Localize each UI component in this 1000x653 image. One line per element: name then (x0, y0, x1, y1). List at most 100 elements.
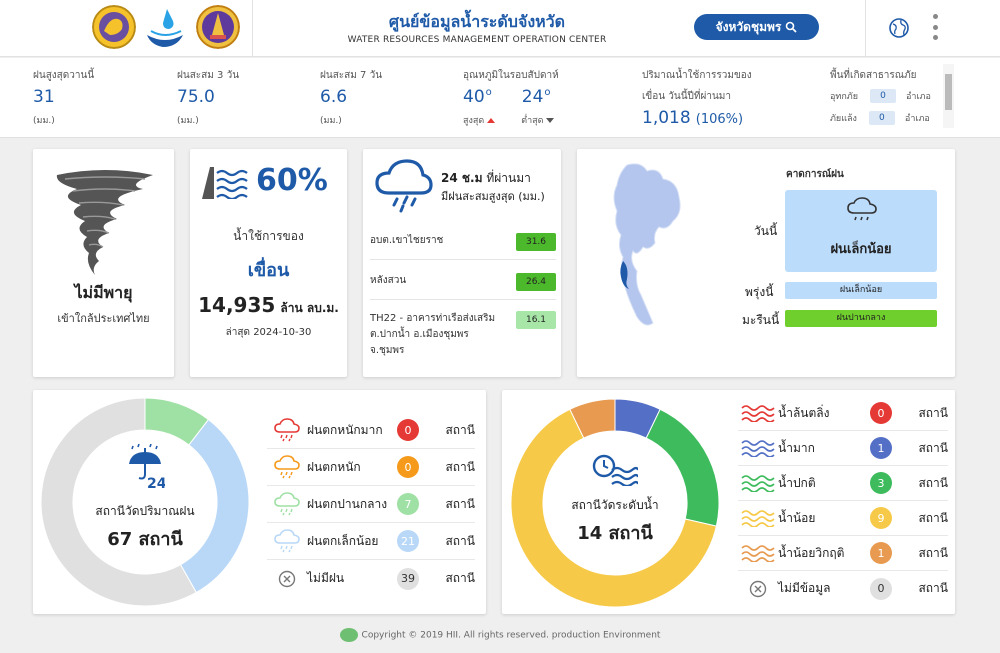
water-level-icon (592, 454, 638, 486)
province-search-button[interactable]: จังหวัดชุมพร (694, 14, 819, 40)
rain_stations-legend-row[interactable]: ฝนตกหนัก 0 สถานี (267, 449, 475, 486)
overflow-wave-icon (738, 404, 778, 422)
stat-unit: (มม.) (33, 116, 55, 126)
rain-stations-label: สถานีวัดปริมาณฝน (95, 504, 195, 518)
water_stations-legend-row[interactable]: ไม่มีข้อมูล 0 สถานี (738, 571, 948, 606)
rain24-card[interactable]: 24 ช.ม ที่ผ่านมา มีฝนสะสมสูงสุด (มม.) อบ… (363, 149, 561, 377)
degree-symbol: o (485, 87, 492, 98)
light-rain-cloud-icon (847, 197, 877, 221)
rain24-value-chip: 16.1 (516, 311, 556, 329)
storm-status: ไม่มีพายุ (74, 283, 133, 302)
dam-percent: (106%) (695, 112, 744, 127)
forecast-today-label: วันนี้ (754, 224, 778, 238)
dam-volume-value: 1,018 (642, 108, 691, 128)
rain24-title: 24 ช.ม ที่ผ่านมา (441, 169, 531, 188)
rain_stations-legend-label: ฝนตกเล็กน้อย (307, 533, 379, 548)
water_stations-legend-unit: สถานี (918, 475, 948, 490)
water_stations-legend-row[interactable]: น้ำน้อยวิกฤติ 1 สถานี (738, 536, 948, 571)
rain_stations-legend-count: 0 (397, 419, 419, 441)
temp-min-value: 24 (521, 87, 544, 107)
water_stations-legend-unit: สถานี (918, 545, 948, 560)
stat-rain-today: ฝนสูงสุดวานนี้ 31 (มม.) (33, 68, 94, 127)
rain_stations-legend-row[interactable]: ฝนตกเล็กน้อย 21 สถานี (267, 523, 475, 560)
rain24-title-rest: ที่ผ่านมา (482, 171, 531, 185)
top-header: ศูนย์ข้อมูลน้ำระดับจังหวัด WATER RESOURC… (0, 0, 1000, 57)
rain24-row[interactable]: TH22 - อาคารท่าเรือส่งเสริม ต.ปากน้ำ อ.เ… (370, 311, 556, 367)
stat-label: อุณหภูมิในรอบสัปดาห์ (463, 70, 559, 81)
thailand-map[interactable] (607, 161, 687, 331)
stat-label: พื้นที่เกิดสาธารณภัย (830, 70, 917, 81)
arrow-up-icon (487, 118, 496, 123)
scrollbar-thumb[interactable] (945, 74, 952, 110)
water_stations-legend-count: 0 (870, 402, 892, 424)
page-title: ศูนย์ข้อมูลน้ำระดับจังหวัด (388, 12, 566, 31)
high-water-wave-icon (738, 439, 778, 457)
rain_stations-legend-unit: สถานี (445, 571, 475, 585)
header-divider (252, 0, 253, 57)
rain24-station-name: หลังสวน (370, 275, 407, 286)
dam-volume-number: 14,935 (198, 293, 276, 317)
forecast-after-bar[interactable]: ฝนปานกลาง (785, 310, 937, 327)
stat-rain-3d: ฝนสะสม 3 วัน 75.0 (มม.) (177, 68, 239, 127)
stat-label: ปริมาณน้ำใช้การรวมของ (642, 70, 752, 81)
stat-disaster: พื้นที่เกิดสาธารณภัย อุทกภัย 0 อำเภอ ภัย… (830, 68, 931, 126)
water_stations-legend-unit: สถานี (918, 405, 948, 420)
forecast-card[interactable]: คาดการณ์ฝน วันนี้ ฝนเล็กน้อย พรุ่งนี้ ฝน… (577, 149, 955, 377)
moderate-rain-cloud-icon (267, 492, 307, 516)
no-rain-icon (267, 570, 307, 588)
stat-rain-7d: ฝนสะสม 7 วัน 6.6 (มม.) (320, 68, 382, 127)
stat-label: ฝนสะสม 3 วัน (177, 70, 240, 81)
water-stations-total: 14 สถานี (577, 523, 653, 544)
water_stations-legend-label: น้ำมาก (778, 440, 815, 455)
rain24-row[interactable]: อบต.เขาไชยราช 31.6 (370, 233, 556, 260)
stat-value: 31 (33, 87, 55, 107)
temple-logo[interactable] (196, 5, 240, 49)
forecast-tomorrow-bar[interactable]: ฝนเล็กน้อย (785, 282, 937, 299)
stat-label: ฝนสะสม 7 วัน (320, 70, 383, 81)
rain-stations-card[interactable]: 24 สถานีวัดปริมาณฝน 67 สถานี ฝนตกหนักมาก… (33, 390, 486, 614)
dam-card[interactable]: 60% น้ำใช้การของ เขื่อน 14,935 ล้าน ลบ.ม… (190, 149, 347, 377)
flood-row: อุทกภัย 0 อำเภอ (830, 88, 931, 104)
copyright-text: Copyright © 2019 HII. All rights reserve… (361, 630, 661, 641)
temp-max-label: สูงสุด (463, 116, 485, 126)
page-subtitle: WATER RESOURCES MANAGEMENT OPERATION CEN… (347, 35, 607, 45)
footer: Copyright © 2019 HII. All rights reserve… (0, 628, 1000, 642)
degree-symbol: o (544, 87, 551, 98)
stats-scrollbar[interactable] (943, 64, 954, 128)
water_stations-legend-label: ไม่มีข้อมูล (778, 581, 831, 595)
normal-water-wave-icon (738, 474, 778, 492)
stat-unit: (มม.) (320, 116, 342, 126)
water-stations-card[interactable]: สถานีวัดระดับน้ำ 14 สถานี น้ำล้นตลิ่ง 0 สถ… (502, 390, 955, 614)
rain_stations-legend-count: 21 (397, 530, 419, 552)
rain24-station-name: อบต.เขาไชยราช (370, 235, 444, 246)
water_stations-legend-label: น้ำน้อยวิกฤติ (778, 545, 845, 560)
dam-volume-unit: ล้าน ลบ.ม. (280, 301, 339, 315)
water_stations-legend-row[interactable]: น้ำปกติ 3 สถานี (738, 466, 948, 501)
rain_stations-legend-label: ฝนตกหนักมาก (307, 422, 383, 437)
water_stations-legend-row[interactable]: น้ำน้อย 9 สถานี (738, 501, 948, 536)
province-button-label: จังหวัดชุมพร (715, 19, 782, 34)
water_stations-legend-label: น้ำน้อย (778, 510, 816, 525)
forecast-title: คาดการณ์ฝน (786, 169, 844, 180)
rain24-value-chip: 26.4 (516, 273, 556, 291)
kebab-menu-icon[interactable] (931, 14, 939, 40)
storm-card[interactable]: ไม่มีพายุ เข้าใกล้ประเทศไทย (33, 149, 174, 377)
rain-gauge-icon-label: 24 (147, 476, 165, 490)
rain_stations-legend-count: 0 (397, 456, 419, 478)
province-seal-logo[interactable] (92, 5, 136, 49)
water_stations-legend-unit: สถานี (918, 440, 948, 455)
header-divider-right (865, 0, 866, 57)
rain_stations-legend-row[interactable]: ฝนตกหนักมาก 0 สถานี (267, 412, 475, 449)
dam-wave-icon (202, 167, 248, 199)
rain_stations-legend-row[interactable]: ฝนตกปานกลาง 7 สถานี (267, 486, 475, 523)
rain24-row[interactable]: หลังสวน 26.4 (370, 273, 556, 300)
dam-percent-value: 60% (256, 163, 328, 198)
light-rain-cloud-icon (267, 529, 307, 553)
globe-icon[interactable] (888, 17, 910, 39)
water-logo[interactable] (143, 5, 187, 49)
forecast-today-box[interactable]: ฝนเล็กน้อย (785, 190, 937, 272)
rain_stations-legend-row[interactable]: ไม่มีฝน 39 สถานี (267, 560, 475, 597)
water_stations-legend-row[interactable]: น้ำมาก 1 สถานี (738, 431, 948, 466)
water_stations-legend-row[interactable]: น้ำล้นตลิ่ง 0 สถานี (738, 396, 948, 431)
water_stations-legend-unit: สถานี (918, 510, 948, 525)
